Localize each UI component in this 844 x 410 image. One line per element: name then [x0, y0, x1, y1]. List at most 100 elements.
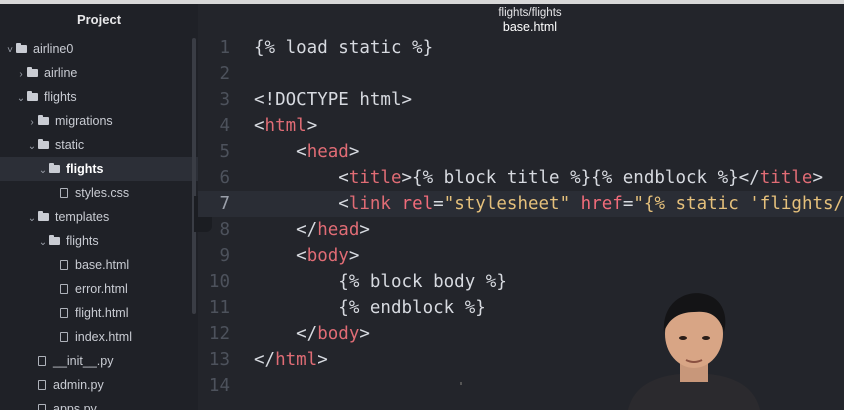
folder-icon: [27, 91, 38, 101]
code-line: 4 <html>: [198, 113, 844, 139]
line-number: 2: [219, 64, 230, 84]
code-token: <: [254, 116, 265, 136]
folder-icon: [49, 163, 60, 173]
tree-item-label: base.html: [75, 258, 130, 272]
code-token: link: [348, 194, 391, 214]
tree-file[interactable]: admin.py: [26, 373, 104, 397]
code-token: rel: [401, 194, 434, 214]
code-token: html: [264, 116, 307, 136]
code-token: >: [812, 168, 823, 188]
tree-item-label: templates: [55, 210, 110, 224]
tree-item-label: admin.py: [53, 378, 104, 392]
code-text: </html>: [254, 347, 328, 373]
tree-folder[interactable]: ⌄ static: [26, 133, 84, 157]
code-text: </head>: [254, 217, 370, 243]
tab-bar: flights/flights base.html: [198, 4, 844, 36]
tree-file[interactable]: apps.py: [26, 397, 97, 410]
tree-item-label: flight.html: [75, 306, 129, 320]
tab-base-html[interactable]: flights/flights base.html: [460, 7, 600, 35]
code-text: <html>: [254, 113, 317, 139]
code-token: <: [254, 246, 307, 266]
code-text: </body>: [254, 321, 370, 347]
tree-folder[interactable]: › airline: [15, 61, 77, 85]
code-line: 3 <!DOCTYPE html>: [198, 87, 844, 113]
tree-item-label: static: [55, 138, 85, 152]
line-number: 10: [208, 272, 230, 292]
presenter-video-overlay: [628, 293, 760, 410]
tree-folder[interactable]: › migrations: [26, 109, 113, 135]
line-number: 5: [219, 142, 230, 162]
line-number: 9: [219, 246, 230, 266]
disclosure-arrow-icon[interactable]: ⌄: [26, 207, 38, 231]
code-token: head: [306, 142, 349, 162]
code-text: <title>{% block title %}{% endblock %}</…: [254, 165, 823, 191]
tree-item-label: migrations: [55, 114, 113, 128]
tree-file[interactable]: base.html: [48, 253, 129, 277]
line-number: 12: [208, 324, 230, 344]
code-token: </: [254, 220, 318, 240]
editor-marker: [460, 382, 462, 385]
file-icon: [60, 332, 68, 342]
code-text: <head>: [254, 139, 359, 165]
file-icon: [38, 356, 46, 366]
tree-item-label: flights: [66, 162, 104, 176]
code-token: =: [433, 194, 444, 214]
disclosure-arrow-icon[interactable]: ⌄: [15, 87, 27, 111]
code-text: <body>: [254, 243, 359, 269]
tree-item-label: index.html: [75, 330, 132, 344]
code-token: <: [254, 194, 349, 214]
code-token: </: [254, 324, 318, 344]
code-token: >: [317, 350, 328, 370]
tree-item-label: flights: [44, 90, 77, 104]
sidebar-scrollbar[interactable]: [192, 38, 196, 314]
line-number: 4: [219, 116, 230, 136]
disclosure-arrow-icon[interactable]: ˅: [4, 39, 16, 63]
line-number: 1: [219, 38, 230, 58]
code-token: {% block body %}: [254, 272, 507, 292]
code-token: <!DOCTYPE html>: [254, 90, 413, 110]
code-token: >: [348, 142, 360, 162]
tree-item-label: airline: [44, 66, 78, 80]
disclosure-arrow-icon[interactable]: ⌄: [26, 135, 38, 159]
tree-file[interactable]: index.html: [48, 325, 132, 349]
disclosure-arrow-icon[interactable]: ›: [26, 111, 38, 135]
tree-file[interactable]: __init__.py: [26, 349, 113, 373]
tree-file[interactable]: error.html: [48, 277, 128, 301]
tab-path: flights/flights: [498, 7, 562, 19]
tree-file[interactable]: flight.html: [48, 301, 129, 325]
tree-file[interactable]: styles.css: [48, 181, 129, 205]
file-icon: [60, 260, 68, 270]
tree-folder[interactable]: ⌄ templates: [26, 205, 109, 229]
tree-folder[interactable]: ⌄ flights: [15, 85, 77, 109]
folder-icon: [38, 211, 49, 221]
code-token: <: [254, 168, 349, 188]
project-sidebar: Project ˅ airline0 › airline ⌄ flights › migrat…: [0, 4, 198, 410]
tree-folder[interactable]: ⌄ flights: [37, 229, 99, 253]
file-icon: [60, 284, 68, 294]
tree-item-label: __init__.py: [53, 354, 114, 368]
code-text: <!DOCTYPE html>: [254, 87, 412, 113]
tree-item-label: styles.css: [75, 186, 130, 200]
disclosure-arrow-icon[interactable]: ⌄: [37, 231, 49, 255]
disclosure-arrow-icon[interactable]: ›: [15, 63, 27, 87]
folder-icon: [38, 139, 49, 149]
line-number: 7: [219, 194, 230, 214]
code-token: "{% static 'flights/s: [633, 194, 844, 214]
line-number: 8: [219, 220, 230, 240]
code-token: >: [359, 324, 370, 344]
line-number: 13: [208, 350, 230, 370]
tree-item-label: apps.py: [53, 402, 97, 410]
code-line: 9 <body>: [198, 243, 844, 269]
code-token: title: [348, 168, 402, 188]
tree-folder[interactable]: ⌄ flights: [0, 157, 198, 181]
code-token: {% endblock %}: [254, 298, 486, 318]
sidebar-title: Project: [76, 12, 122, 27]
tree-folder[interactable]: ˅ airline0: [4, 37, 73, 61]
code-token: body: [317, 324, 360, 344]
disclosure-arrow-icon[interactable]: ⌄: [37, 159, 49, 183]
code-text: <link rel="stylesheet" href="{% static '…: [254, 191, 844, 217]
code-token: {% load static %}: [254, 38, 434, 58]
code-token: body: [306, 246, 349, 266]
